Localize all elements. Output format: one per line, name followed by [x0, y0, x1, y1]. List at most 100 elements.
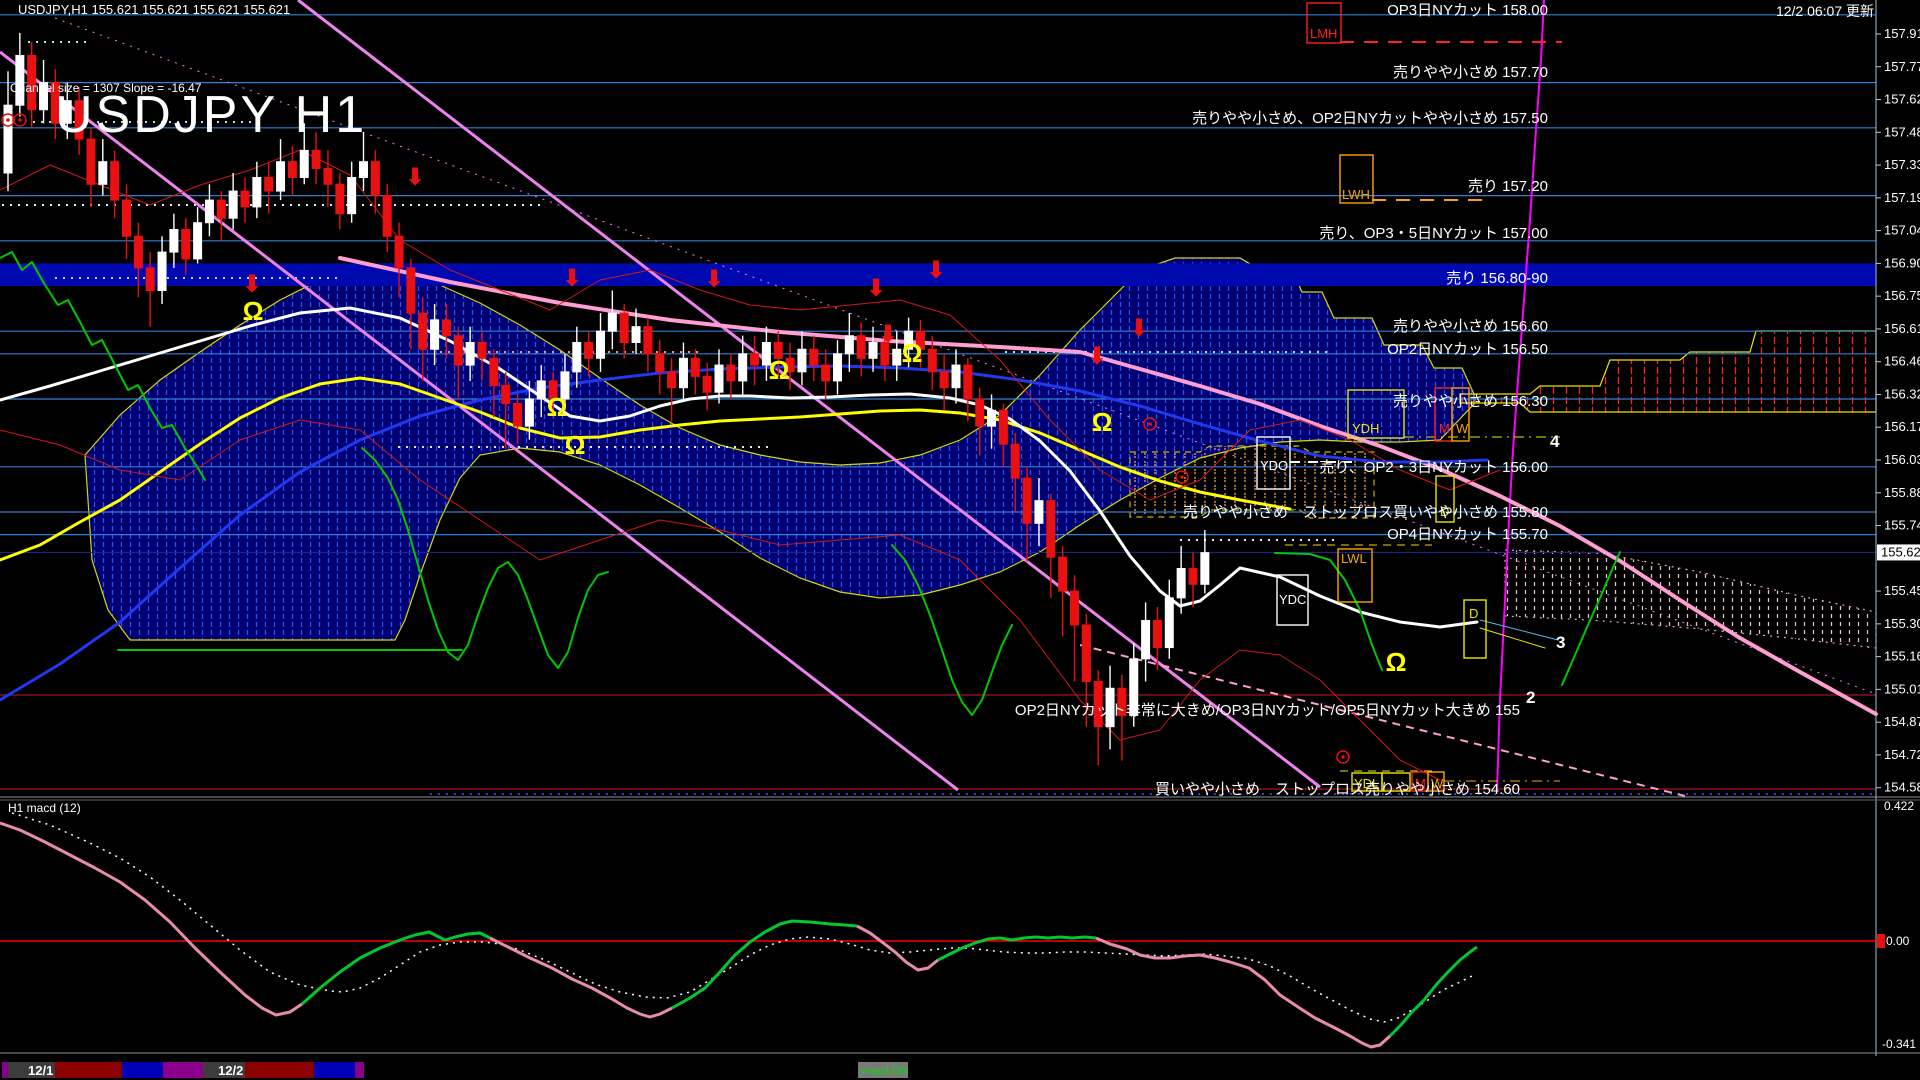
- axis-tick-label[interactable]: 157.480: [1884, 124, 1920, 139]
- candle-body: [1059, 557, 1067, 591]
- candle-body: [158, 252, 166, 290]
- candle-body: [703, 376, 711, 392]
- buy-signal-icon: Ω: [1092, 407, 1113, 437]
- sell-signal-icon: ⬇: [242, 271, 262, 298]
- buy-signal-icon: Ω: [565, 430, 586, 460]
- date-label[interactable]: 12/2: [218, 1063, 243, 1078]
- axis-tick-label[interactable]: 156.900: [1884, 255, 1920, 270]
- candle-body: [123, 200, 131, 236]
- order-annotation: 売り 156.80-90: [1446, 270, 1548, 287]
- candle-body: [597, 331, 605, 358]
- order-annotation: 売り、OP2・3日NYカット 156.00: [1319, 459, 1548, 476]
- axis-tick-label[interactable]: 157.770: [1884, 59, 1920, 74]
- axis-tick-label[interactable]: 157.625: [1884, 92, 1920, 107]
- candle-body: [715, 365, 723, 392]
- axis-tick-label[interactable]: 156.610: [1884, 321, 1920, 336]
- candle-body: [265, 178, 273, 192]
- candle-body: [336, 184, 344, 213]
- order-annotation: OP3日NYカット 158.00: [1387, 2, 1548, 19]
- updated-timestamp: 12/2 06:07 更新: [1776, 3, 1874, 19]
- axis-tick-label[interactable]: 156.465: [1884, 354, 1920, 369]
- axis-tick-label[interactable]: 155.015: [1884, 681, 1920, 696]
- level-box-label: M: [1439, 421, 1450, 436]
- candle-body: [822, 365, 830, 381]
- candle-body: [1011, 444, 1019, 478]
- buy-signal-icon: Ω: [769, 355, 790, 385]
- sell-signal-icon: ⬇: [562, 265, 582, 292]
- candle-body: [798, 349, 806, 372]
- macd-axis-zero: 0.00: [1886, 934, 1910, 948]
- chart-canvas[interactable]: ⬇⬇⬇⬇⬇⬇⬇⬇⬇ΩΩΩΩΩΩΩLMHLWHYDHMWYDOYDCLWLDDYD…: [0, 0, 1920, 1080]
- order-annotation: 売りやや小さめ 156.60: [1393, 318, 1548, 335]
- candle-body: [502, 385, 510, 403]
- candle-body: [514, 404, 522, 427]
- count-digit: 3: [1556, 633, 1565, 652]
- candle-body: [217, 200, 225, 218]
- axis-tick-label[interactable]: 155.450: [1884, 583, 1920, 598]
- candle-body: [585, 342, 593, 358]
- date-label[interactable]: 12/1: [28, 1063, 53, 1078]
- axis-tick-label[interactable]: 156.030: [1884, 452, 1920, 467]
- ohlc-readout: USDJPY,H1 155.621 155.621 155.621 155.62…: [18, 2, 290, 17]
- candle-body: [431, 320, 439, 349]
- level-box-label: W: [1456, 421, 1469, 436]
- axis-tick-label[interactable]: 154.870: [1884, 714, 1920, 729]
- level-box-label: YDH: [1352, 421, 1379, 436]
- macd-panel-label: H1 macd (12): [8, 801, 81, 815]
- candle-body: [466, 342, 474, 365]
- candle-body: [691, 358, 699, 376]
- count-digit: 2: [1526, 688, 1535, 707]
- candle-body: [976, 399, 984, 426]
- candle-body: [419, 313, 427, 349]
- order-annotation: 売りやや小さめ 157.70: [1393, 64, 1548, 81]
- session-segment: [163, 1062, 203, 1078]
- candle-body: [525, 399, 533, 426]
- axis-tick-label[interactable]: 157.915: [1884, 26, 1920, 41]
- candle-body: [1177, 568, 1185, 597]
- candle-body: [277, 162, 285, 191]
- candle-body: [620, 313, 628, 342]
- axis-tick-label[interactable]: 154.725: [1884, 747, 1920, 762]
- sell-signal-icon: ⬇: [405, 164, 425, 191]
- candle-body: [537, 381, 545, 399]
- candle-body: [988, 410, 996, 426]
- buy-signal-icon: Ω: [902, 338, 923, 368]
- candle-body: [656, 354, 664, 372]
- axis-tick-label[interactable]: 155.305: [1884, 616, 1920, 631]
- axis-tick-label[interactable]: 155.160: [1884, 649, 1920, 664]
- ring-icon-dot: [6, 118, 10, 122]
- candle-body: [134, 236, 142, 268]
- axis-tick-label[interactable]: 157.190: [1884, 190, 1920, 205]
- axis-tick-label[interactable]: 155.740: [1884, 518, 1920, 533]
- candle-body: [490, 358, 498, 385]
- level-box-label: YDC: [1279, 592, 1306, 607]
- candle-body: [407, 268, 415, 313]
- buy-signal-icon: Ω: [1386, 647, 1407, 677]
- buy-signal-icon: Ω: [243, 296, 264, 326]
- order-annotation: 売り 157.20: [1468, 178, 1548, 195]
- ring-icon-dot: [1341, 755, 1345, 759]
- axis-tick-label[interactable]: 157.335: [1884, 157, 1920, 172]
- macd-axis-max: 0.422: [1884, 799, 1914, 813]
- ring-icon-dot: [1148, 422, 1152, 426]
- candle-body: [324, 168, 332, 184]
- candle-body: [1035, 501, 1043, 524]
- candle-body: [371, 162, 379, 196]
- axis-tick-label[interactable]: 154.580: [1884, 780, 1920, 795]
- axis-tick-label[interactable]: 157.045: [1884, 223, 1920, 238]
- candle-body: [999, 410, 1007, 444]
- level-box-label: D: [1469, 606, 1478, 621]
- buy-signal-icon: Ω: [547, 392, 568, 422]
- axis-tick-label[interactable]: 156.755: [1884, 288, 1920, 303]
- macd-zero-marker: [1877, 934, 1885, 948]
- axis-tick-label[interactable]: 156.175: [1884, 419, 1920, 434]
- axis-tick-label[interactable]: 155.885: [1884, 485, 1920, 500]
- candle-body: [99, 162, 107, 185]
- axis-tick-label[interactable]: 156.320: [1884, 386, 1920, 401]
- count-digit: 4: [1550, 432, 1560, 451]
- candle-body: [1201, 553, 1209, 585]
- candle-body: [751, 354, 759, 365]
- sell-signal-icon: ⬇: [1087, 343, 1107, 370]
- candle-body: [182, 229, 190, 258]
- candle-body: [194, 223, 202, 259]
